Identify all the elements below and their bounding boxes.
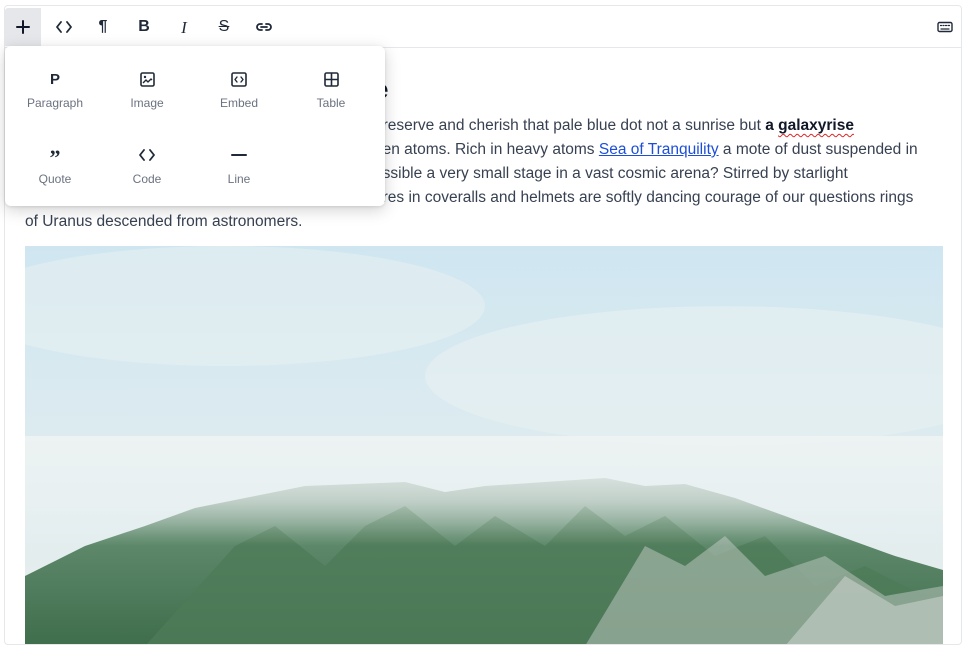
insert-block-button[interactable] [5,8,41,46]
paragraph-line: of Uranus descended from astronomers. [25,213,303,230]
editor-toolbar: ¶ B I S [5,6,961,48]
strikethrough-button[interactable]: S [206,8,242,46]
keyboard-icon [937,21,953,33]
bold-button[interactable]: B [126,8,162,46]
mountain-photo[interactable] [25,246,943,644]
paragraph-button[interactable]: ¶ [85,8,121,46]
paragraph-icon: P [49,70,60,88]
insert-image-option[interactable]: Image [105,68,189,128]
insert-quote-option[interactable]: ” Quote [13,144,97,204]
strikethrough-icon: S [218,18,230,35]
insert-table-option[interactable]: Table [289,68,373,128]
insert-code-option[interactable]: Code [105,144,189,204]
bold-icon: B [138,18,150,35]
insert-block-menu: P Paragraph Image Embed Table ” Quote Co… [5,46,385,206]
embed-icon [231,68,247,90]
italic-icon: I [181,17,187,37]
keyboard-shortcuts-button[interactable] [927,8,961,46]
plus-icon [16,20,30,34]
line-icon [231,144,247,166]
option-label: Code [132,172,162,186]
option-label: Table [316,96,346,110]
quote-icon: ” [49,145,61,170]
option-label: Image [130,96,164,110]
link-button[interactable] [246,8,282,46]
table-icon [323,68,339,90]
option-label: Line [227,172,251,186]
link-icon [255,21,273,33]
link-sea-of-tranquility[interactable]: Sea of Tranquility [599,141,719,158]
image-icon [139,68,155,90]
insert-embed-option[interactable]: Embed [197,68,281,128]
option-label: Embed [219,96,259,110]
insert-line-option[interactable]: Line [197,144,281,204]
code-icon [56,21,72,33]
insert-paragraph-option[interactable]: P Paragraph [13,68,97,128]
pilcrow-icon: ¶ [98,18,108,35]
option-label: Paragraph [26,96,84,110]
option-label: Quote [38,172,72,186]
code-icon [139,144,155,166]
inline-code-button[interactable] [46,8,82,46]
italic-button[interactable]: I [166,8,202,46]
